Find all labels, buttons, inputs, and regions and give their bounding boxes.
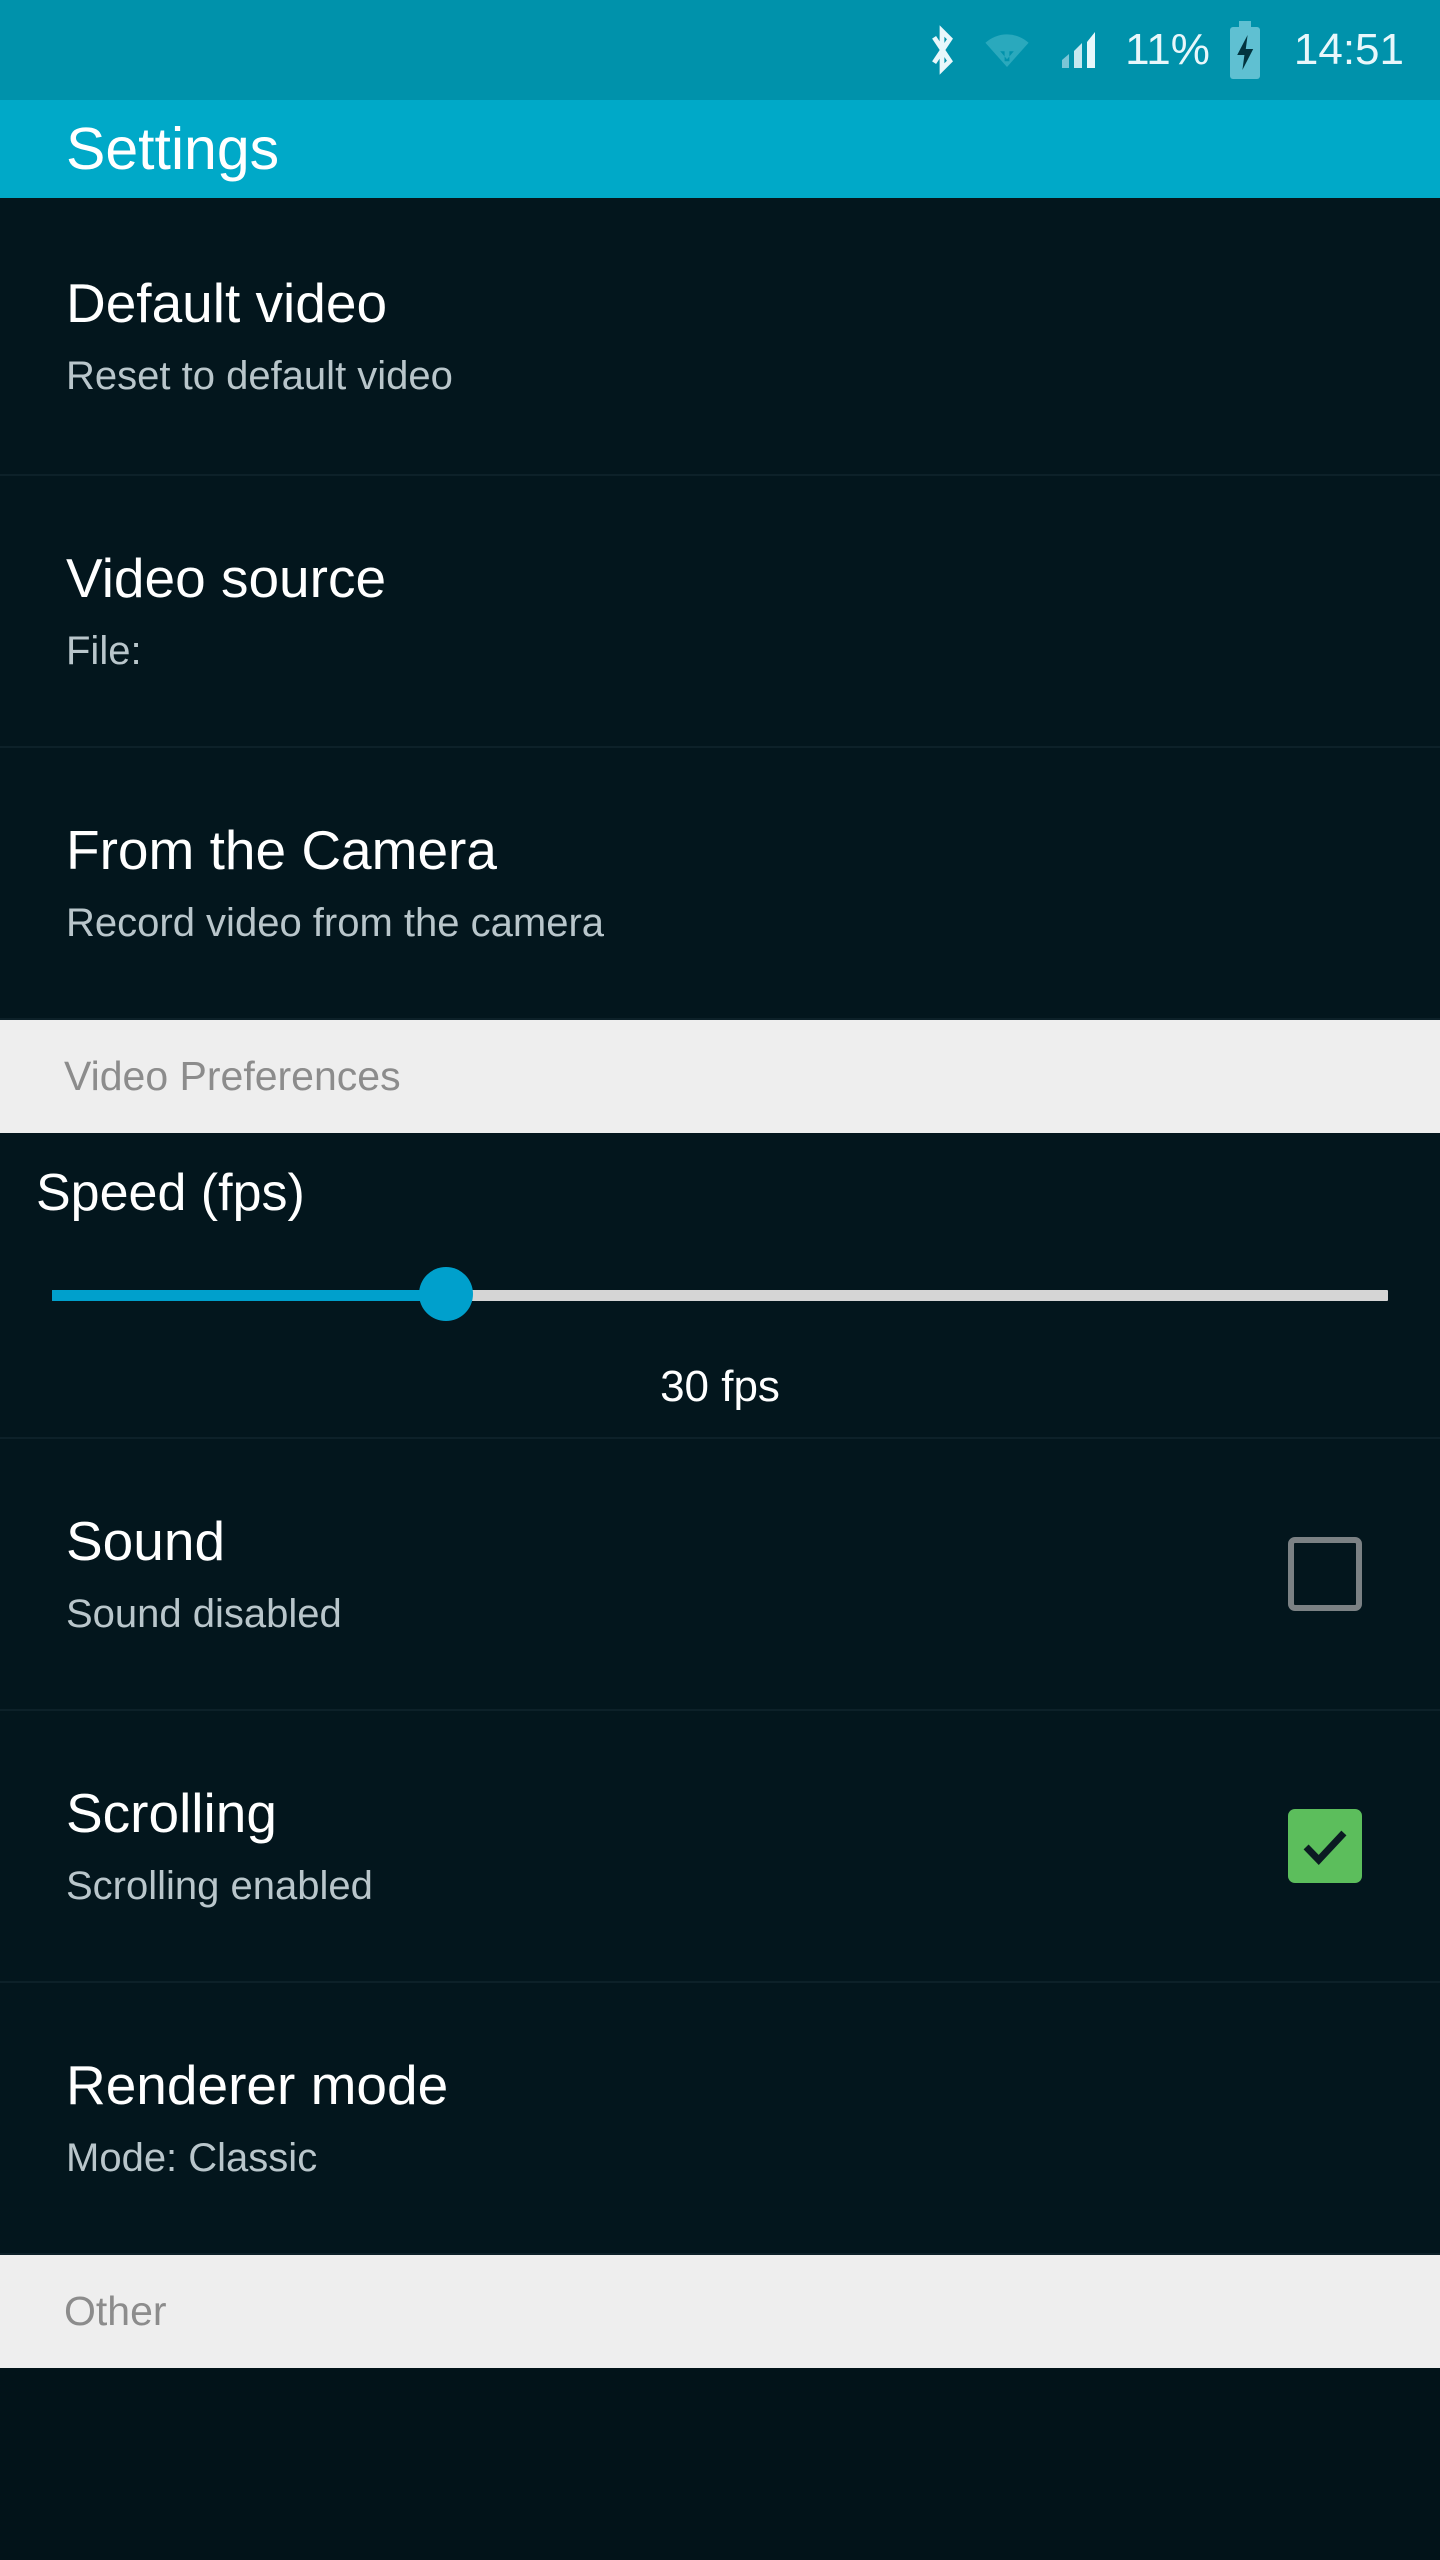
preference-sound[interactable]: Sound Sound disabled: [0, 1439, 1440, 1711]
preference-title: Sound: [66, 1510, 226, 1573]
preference-title: Scrolling: [66, 1782, 277, 1845]
preference-summary: Record video from the camera: [66, 900, 605, 945]
sound-checkbox[interactable]: [1288, 1537, 1362, 1611]
preferences-list: Default video Reset to default video Vid…: [0, 198, 1440, 2560]
status-bar-icons: 11% 14:51: [923, 21, 1404, 79]
slider-progress: [52, 1290, 447, 1301]
section-header-label: Other: [64, 2288, 167, 2334]
preference-title: Video source: [66, 547, 387, 610]
preference-default-video[interactable]: Default video Reset to default video: [0, 198, 1440, 476]
battery-charging-icon: [1228, 21, 1262, 79]
preference-summary: Sound disabled: [66, 1591, 342, 1636]
preference-renderer-mode[interactable]: Renderer mode Mode: Classic: [0, 1983, 1440, 2255]
preference-text: From the Camera Record video from the ca…: [66, 819, 604, 947]
preference-summary: Mode: Classic: [66, 2135, 318, 2180]
page-title: Settings: [66, 115, 280, 182]
checkmark-icon: [1303, 1830, 1347, 1866]
preference-text: Default video Reset to default video: [66, 272, 453, 400]
scrolling-checkbox[interactable]: [1288, 1809, 1362, 1883]
list-bottom-space: [0, 2368, 1440, 2560]
speed-slider-value: 30 fps: [660, 1362, 780, 1411]
section-header-video-preferences: Video Preferences: [0, 1020, 1440, 1133]
preference-summary: Reset to default video: [66, 353, 453, 398]
preference-text: Video source File:: [66, 547, 386, 675]
preference-text: Renderer mode Mode: Classic: [66, 2054, 448, 2182]
preference-title: Default video: [66, 272, 388, 335]
settings-screen: 11% 14:51 Settings Default video Reset t…: [0, 0, 1440, 2560]
preference-title: From the Camera: [66, 819, 497, 882]
battery-percent-label: 11%: [1125, 25, 1210, 74]
preference-summary: File:: [66, 628, 142, 673]
preference-summary: Scrolling enabled: [66, 1863, 373, 1908]
section-header-other: Other: [0, 2255, 1440, 2368]
speed-slider-title: Speed (fps): [36, 1164, 305, 1222]
wifi-icon: [979, 24, 1035, 76]
bluetooth-icon: [923, 24, 961, 76]
preference-title: Renderer mode: [66, 2054, 449, 2117]
status-bar-clock: 14:51: [1293, 25, 1404, 74]
slider-thumb[interactable]: [419, 1267, 474, 1321]
cellular-signal-icon: [1053, 26, 1101, 74]
preference-from-the-camera[interactable]: From the Camera Record video from the ca…: [0, 748, 1440, 1020]
speed-slider[interactable]: [52, 1267, 1388, 1323]
app-bar: Settings: [0, 100, 1440, 198]
preference-scrolling[interactable]: Scrolling Scrolling enabled: [0, 1711, 1440, 1983]
status-bar: 11% 14:51: [0, 0, 1440, 100]
preference-speed-fps[interactable]: Speed (fps) 30 fps: [0, 1133, 1440, 1439]
preference-text: Sound Sound disabled: [66, 1510, 342, 1638]
preference-video-source[interactable]: Video source File:: [0, 476, 1440, 748]
section-header-label: Video Preferences: [64, 1053, 401, 1099]
preference-text: Scrolling Scrolling enabled: [66, 1782, 373, 1910]
